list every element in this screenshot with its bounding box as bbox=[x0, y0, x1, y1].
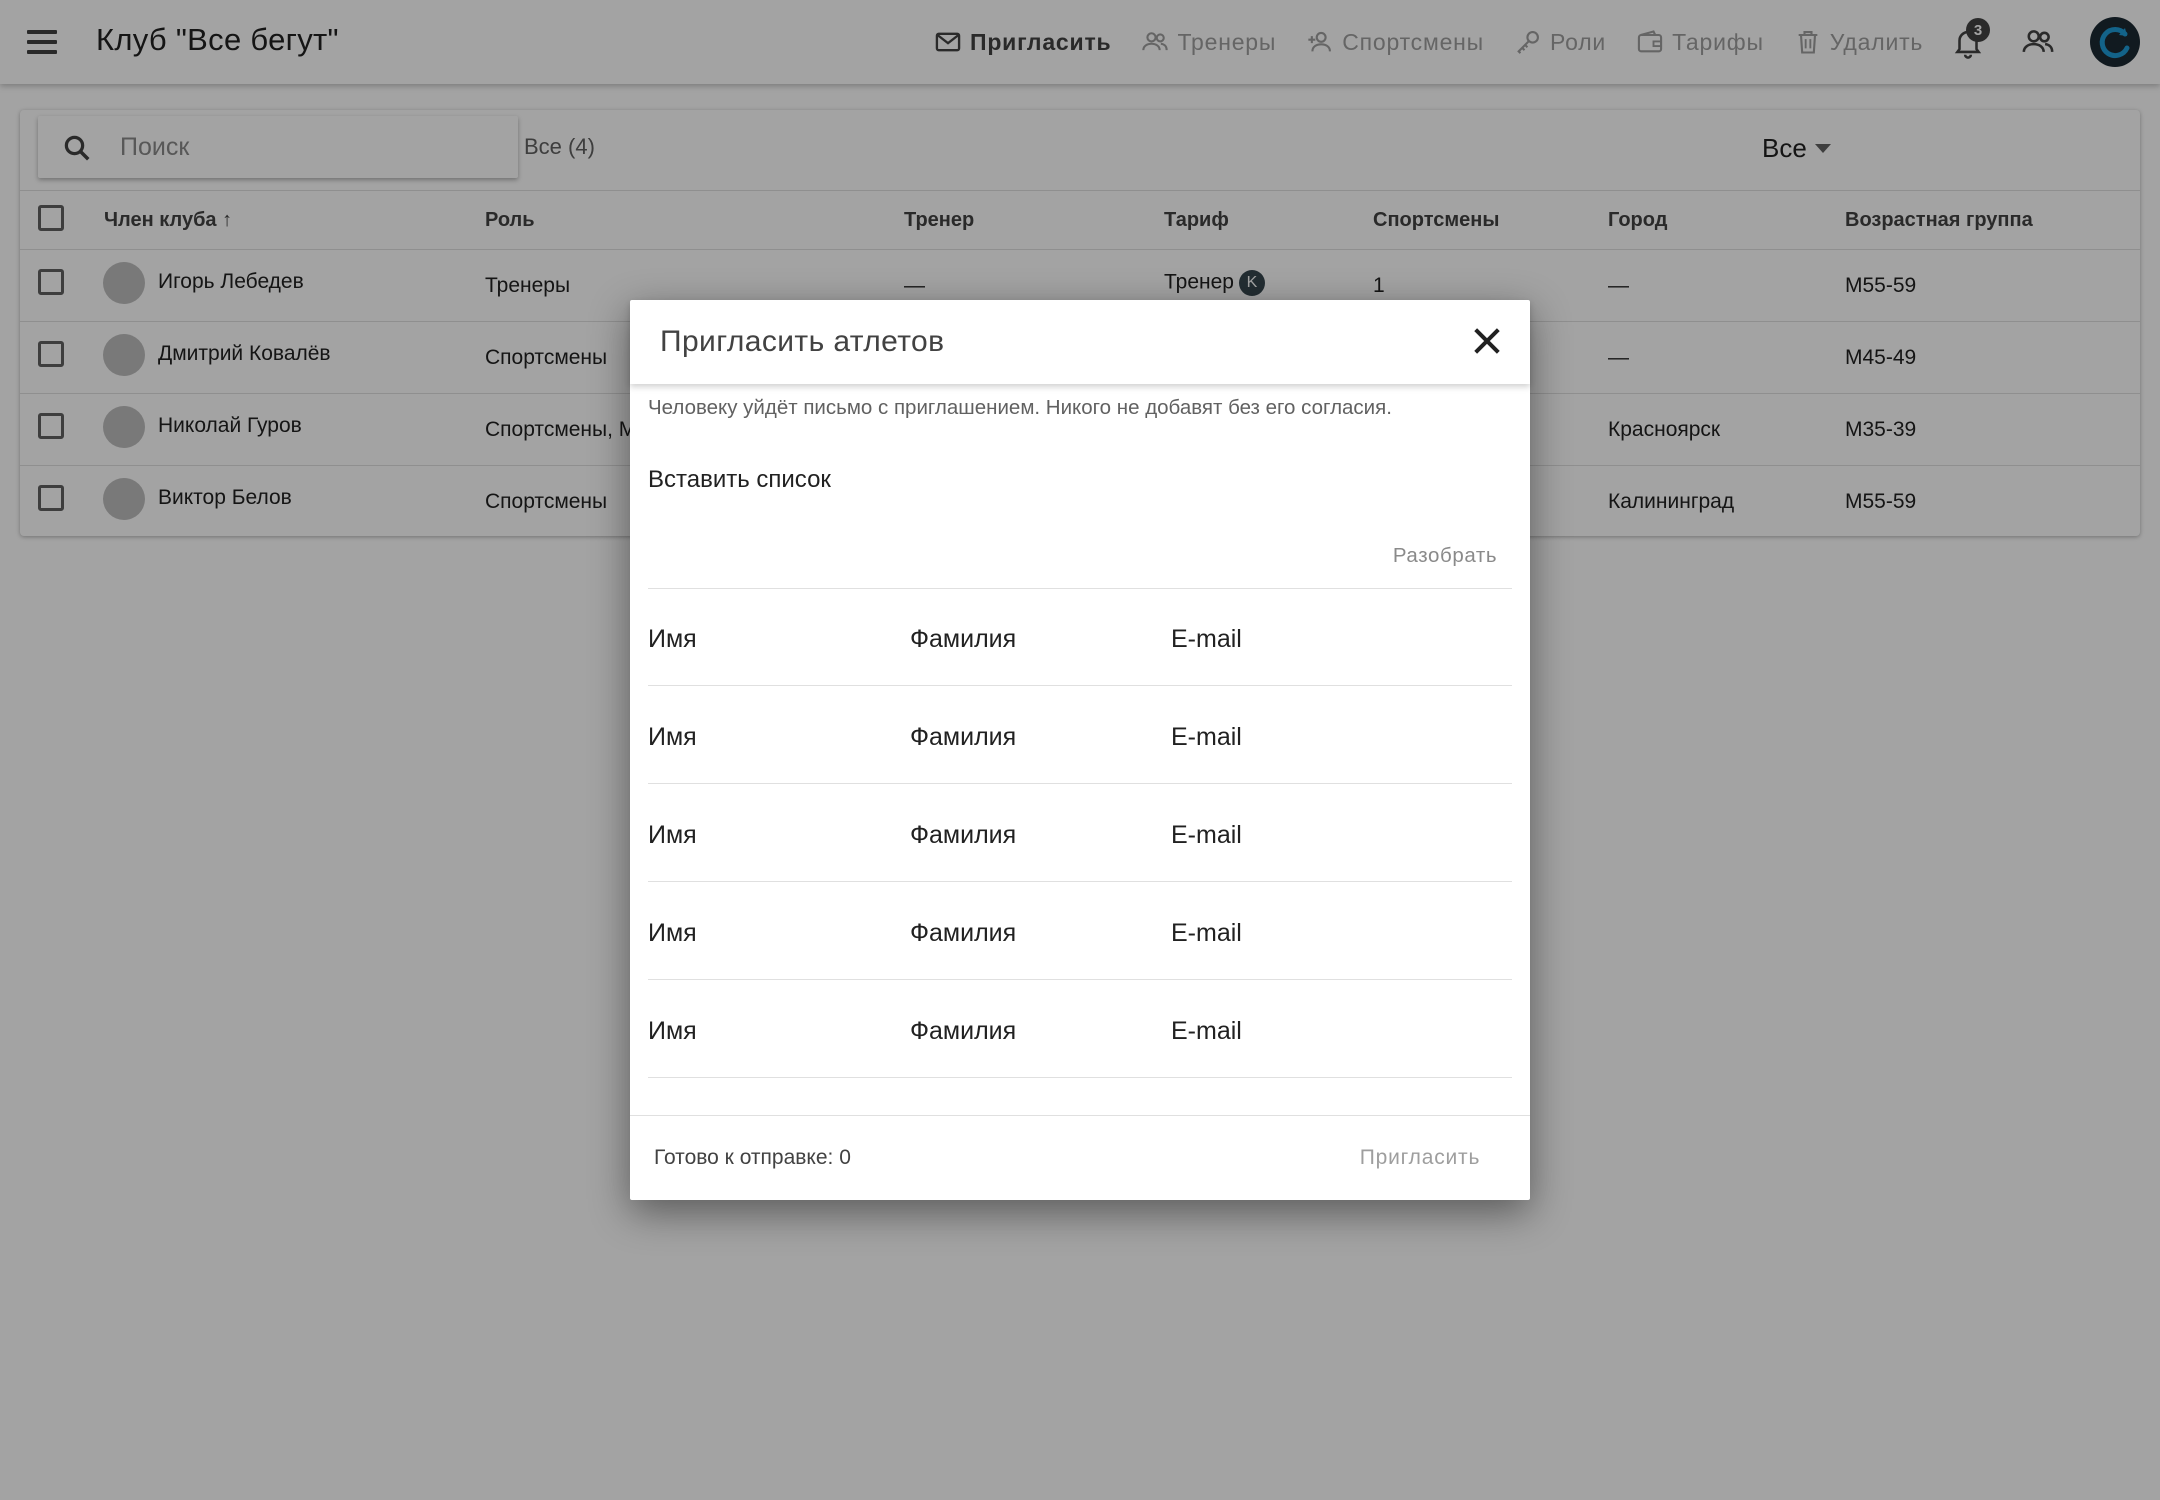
dialog-footer: Готово к отправке: 0 Пригласить bbox=[630, 1115, 1530, 1200]
last-name-field[interactable] bbox=[910, 817, 1150, 853]
email-field[interactable] bbox=[1171, 719, 1491, 755]
email-field[interactable] bbox=[1171, 817, 1491, 853]
first-name-field[interactable] bbox=[648, 719, 888, 755]
invite-dialog: Пригласить атлетов Человеку уйдёт письмо… bbox=[630, 300, 1530, 1200]
first-name-field[interactable] bbox=[648, 621, 888, 657]
dialog-note: Человеку уйдёт письмо с приглашением. Ни… bbox=[648, 396, 1392, 419]
email-field[interactable] bbox=[1171, 915, 1491, 951]
close-icon[interactable] bbox=[1470, 324, 1504, 358]
ready-count: Готово к отправке: 0 bbox=[654, 1146, 851, 1169]
first-name-field[interactable] bbox=[648, 1013, 888, 1049]
parse-button[interactable]: Разобрать bbox=[1380, 536, 1510, 576]
last-name-field[interactable] bbox=[910, 621, 1150, 657]
invite-row bbox=[648, 883, 1512, 980]
last-name-field[interactable] bbox=[910, 1013, 1150, 1049]
invite-row bbox=[648, 785, 1512, 882]
first-name-field[interactable] bbox=[648, 915, 888, 951]
invite-row bbox=[648, 589, 1512, 686]
dialog-invite-button[interactable]: Пригласить bbox=[1340, 1136, 1500, 1180]
dialog-header: Пригласить атлетов bbox=[630, 300, 1530, 384]
email-field[interactable] bbox=[1171, 1013, 1491, 1049]
last-name-field[interactable] bbox=[910, 719, 1150, 755]
last-name-field[interactable] bbox=[910, 915, 1150, 951]
first-name-field[interactable] bbox=[648, 817, 888, 853]
invite-row bbox=[648, 687, 1512, 784]
app-root: Клуб "Все бегут" Пригласить Тренеры Спор… bbox=[0, 0, 2160, 1500]
paste-list-label[interactable]: Вставить список bbox=[648, 466, 831, 494]
email-field[interactable] bbox=[1171, 621, 1491, 657]
dialog-title: Пригласить атлетов bbox=[660, 325, 945, 358]
invite-row bbox=[648, 981, 1512, 1078]
